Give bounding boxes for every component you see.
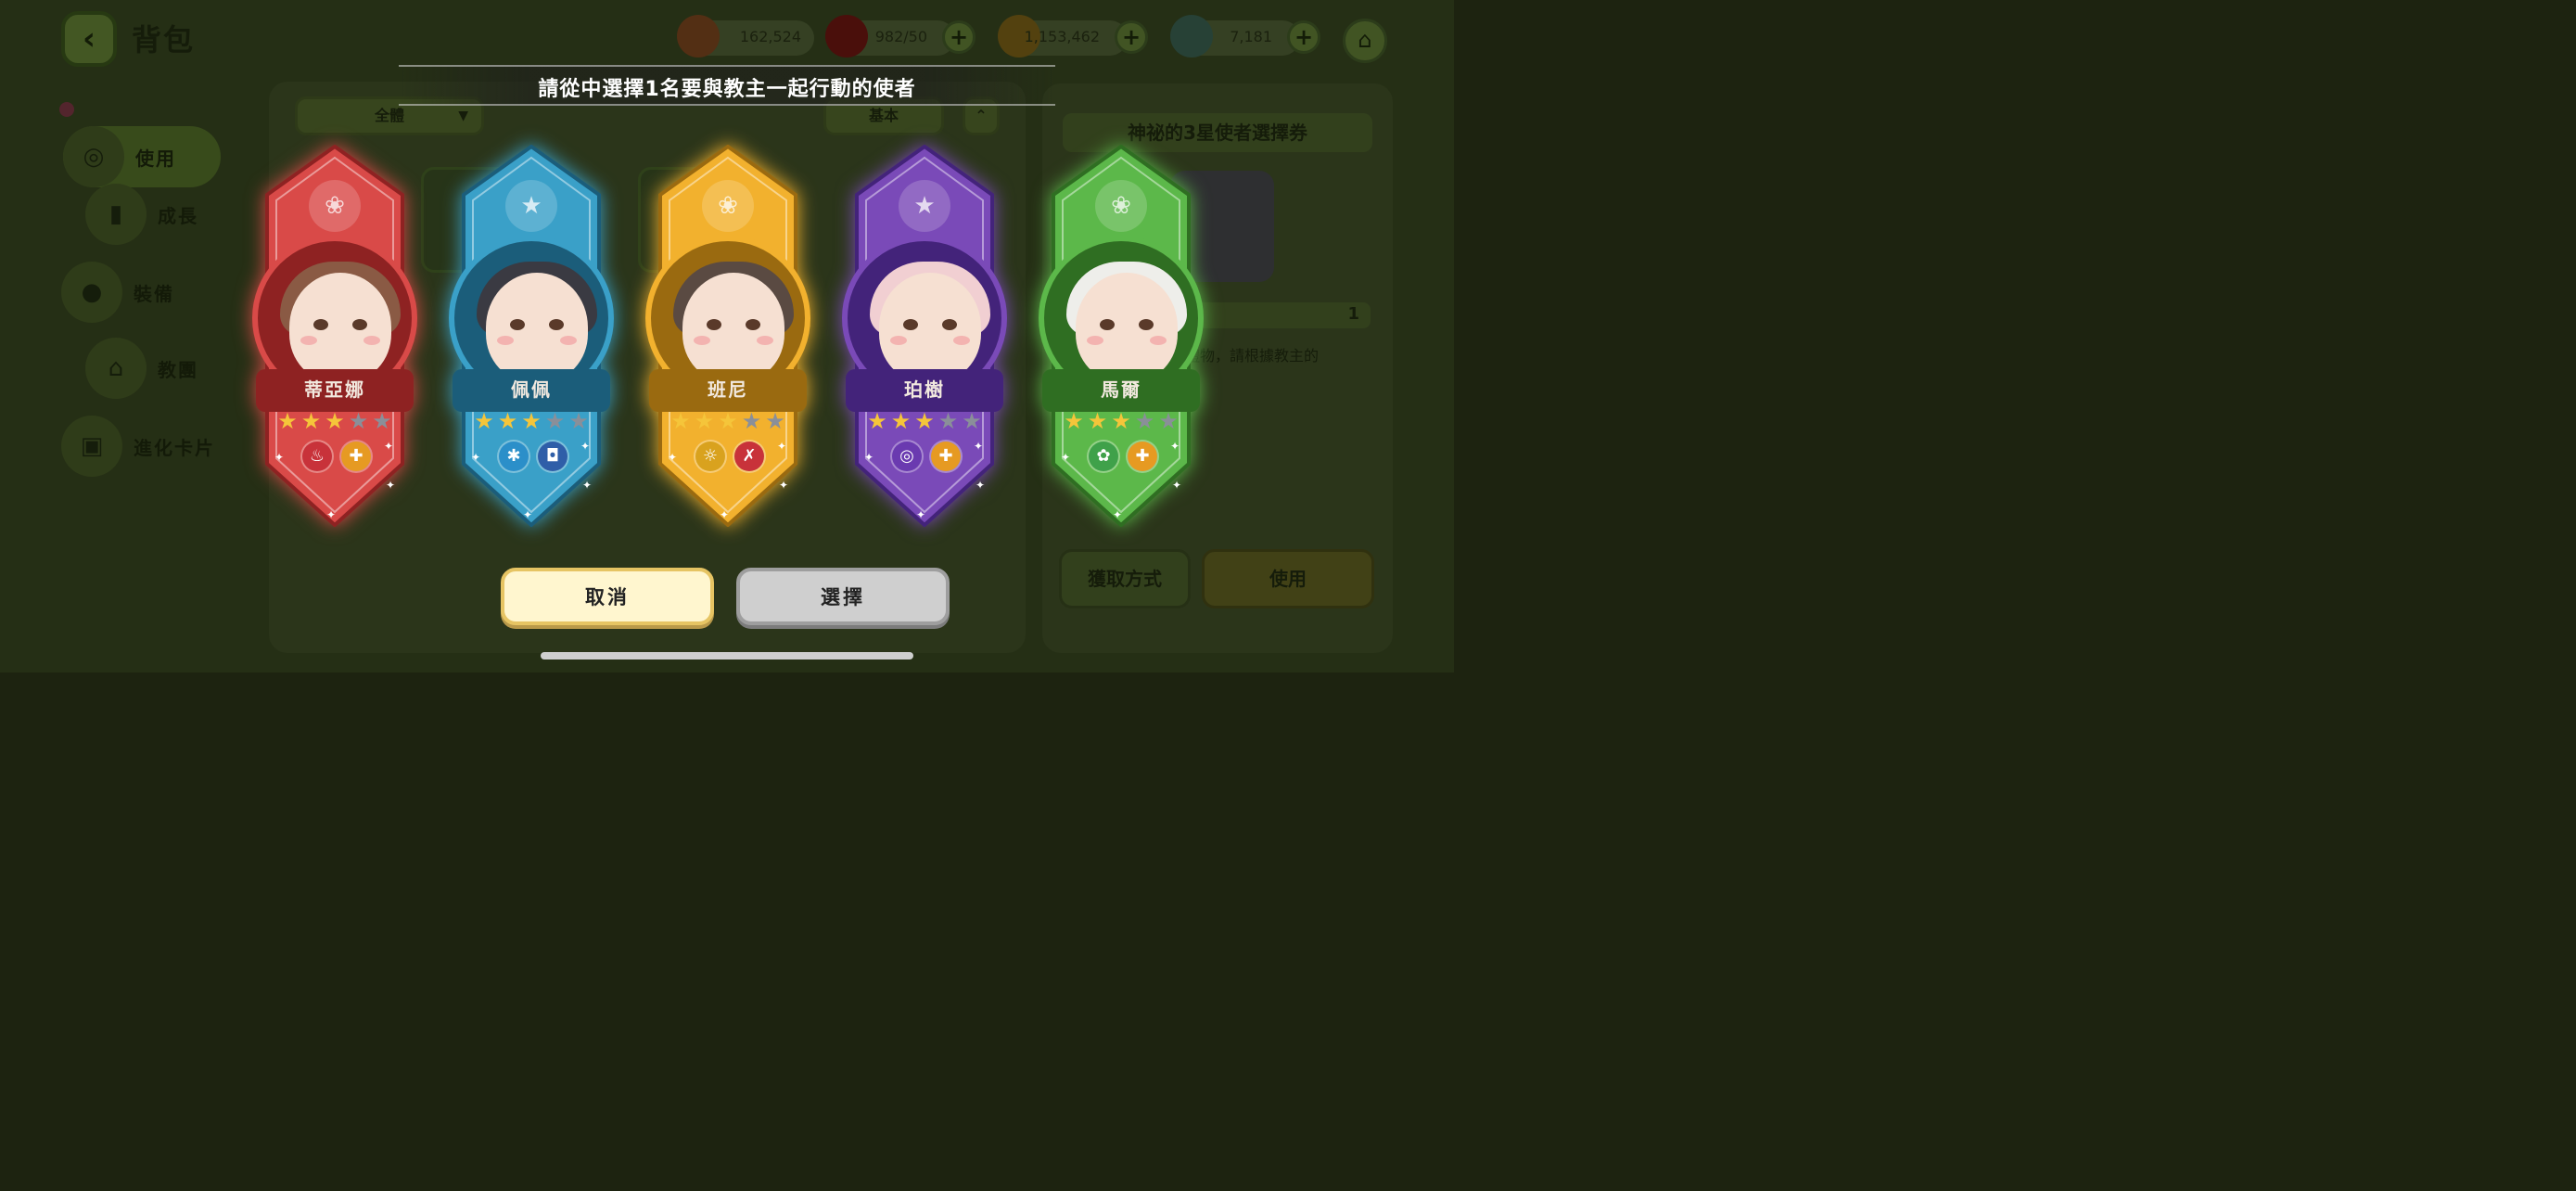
character-card[interactable]: ❀ 班尼 ★ ★ ★ ★ ★ ☼ ✗ ✦ ✦ ✦ ✦ xyxy=(645,145,810,527)
character-card[interactable]: ★ 佩佩 ★ ★ ★ ★ ★ ✱ ◘ ✦ ✦ ✦ ✦ xyxy=(449,145,614,527)
star-empty-icon: ★ xyxy=(544,408,566,434)
character-card[interactable]: ★ 珀樹 ★ ★ ★ ★ ★ ◎ ✚ ✦ ✦ ✦ ✦ xyxy=(842,145,1007,527)
paw-icon: ❀ xyxy=(1095,180,1147,232)
sun-icon: ☼ xyxy=(695,442,725,471)
select-button[interactable]: 選擇 xyxy=(736,568,950,625)
snowflake-icon: ✱ xyxy=(499,442,529,471)
star-filled-icon: ★ xyxy=(867,408,887,434)
modal-title-bar: 請從中選擇1名要與教主一起行動的使者 xyxy=(399,65,1055,106)
star-filled-icon: ★ xyxy=(1087,408,1108,434)
star-empty-icon: ★ xyxy=(1158,408,1179,434)
character-name: 班尼 xyxy=(708,378,748,401)
star-filled-icon: ★ xyxy=(890,408,912,434)
sparkle-icon: ✦ xyxy=(274,451,285,464)
sparkle-icon: ✦ xyxy=(976,479,986,492)
character-name: 佩佩 xyxy=(511,378,552,401)
sparkle-icon: ✦ xyxy=(864,451,874,464)
paw-icon: ❀ xyxy=(702,180,754,232)
sparkle-icon: ✦ xyxy=(1113,508,1123,521)
sparkle-icon: ✦ xyxy=(1172,479,1182,492)
star-empty-icon: ★ xyxy=(962,408,982,434)
star-empty-icon: ★ xyxy=(568,408,589,434)
sparkle-icon: ✦ xyxy=(326,508,337,521)
star-filled-icon: ★ xyxy=(277,408,298,434)
star-rating: ★ ★ ★ ★ ★ xyxy=(473,410,590,432)
star-empty-icon: ★ xyxy=(348,408,369,434)
sparkle-icon: ✦ xyxy=(974,440,984,453)
star-empty-icon: ★ xyxy=(741,408,762,434)
paw-icon: ❀ xyxy=(309,180,361,232)
attribute-icons: ✱ ◘ xyxy=(499,442,567,473)
star-filled-icon: ★ xyxy=(325,408,345,434)
modal-title: 請從中選擇1名要與教主一起行動的使者 xyxy=(538,78,916,101)
sparkle-icon: ✦ xyxy=(384,440,394,453)
star-rating: ★ ★ ★ ★ ★ xyxy=(276,410,393,432)
character-card[interactable]: ❀ 蒂亞娜 ★ ★ ★ ★ ★ ♨ ✚ ✦ ✦ ✦ ✦ xyxy=(252,145,417,527)
attribute-icons: ♨ ✚ xyxy=(302,442,371,473)
character-name: 蒂亞娜 xyxy=(304,378,365,401)
cross-icon: ✚ xyxy=(931,442,961,471)
sparkle-icon: ✦ xyxy=(1170,440,1180,453)
character-name: 馬爾 xyxy=(1101,378,1141,401)
sparkle-icon: ✦ xyxy=(668,451,678,464)
sparkle-icon: ✦ xyxy=(582,479,593,492)
star-filled-icon: ★ xyxy=(1064,408,1084,434)
star-icon: ★ xyxy=(505,180,557,232)
sparkle-icon: ✦ xyxy=(1061,451,1071,464)
swirl-icon: ◎ xyxy=(892,442,922,471)
star-icon: ★ xyxy=(899,180,950,232)
star-filled-icon: ★ xyxy=(474,408,494,434)
attribute-icons: ✿ ✚ xyxy=(1089,442,1157,473)
star-empty-icon: ★ xyxy=(765,408,785,434)
star-filled-icon: ★ xyxy=(670,408,691,434)
star-rating: ★ ★ ★ ★ ★ xyxy=(670,410,786,432)
sparkle-icon: ✦ xyxy=(580,440,591,453)
star-filled-icon: ★ xyxy=(1111,408,1131,434)
attribute-icons: ☼ ✗ xyxy=(695,442,764,473)
star-rating: ★ ★ ★ ★ ★ xyxy=(866,410,983,432)
star-empty-icon: ★ xyxy=(1134,408,1155,434)
star-filled-icon: ★ xyxy=(694,408,715,434)
star-rating: ★ ★ ★ ★ ★ xyxy=(1063,410,1180,432)
shield-icon: ◘ xyxy=(538,442,567,471)
star-filled-icon: ★ xyxy=(300,408,322,434)
sparkle-icon: ✦ xyxy=(779,479,789,492)
sparkle-icon: ✦ xyxy=(777,440,787,453)
cancel-button[interactable]: 取消 xyxy=(501,568,714,625)
star-empty-icon: ★ xyxy=(937,408,959,434)
sparkle-icon: ✦ xyxy=(720,508,730,521)
star-filled-icon: ★ xyxy=(497,408,518,434)
character-card[interactable]: ❀ 馬爾 ★ ★ ★ ★ ★ ✿ ✚ ✦ ✦ ✦ ✦ xyxy=(1039,145,1204,527)
sparkle-icon: ✦ xyxy=(523,508,533,521)
home-indicator xyxy=(541,652,913,660)
sparkle-icon: ✦ xyxy=(916,508,926,521)
star-filled-icon: ★ xyxy=(521,408,542,434)
cross-icon: ✚ xyxy=(341,442,371,471)
tools-icon: ✗ xyxy=(734,442,764,471)
attribute-icons: ◎ ✚ xyxy=(892,442,961,473)
star-empty-icon: ★ xyxy=(372,408,392,434)
star-filled-icon: ★ xyxy=(718,408,738,434)
cross-icon: ✚ xyxy=(1128,442,1157,471)
clover-icon: ✿ xyxy=(1089,442,1118,471)
sparkle-icon: ✦ xyxy=(386,479,396,492)
fire-icon: ♨ xyxy=(302,442,332,471)
star-filled-icon: ★ xyxy=(914,408,935,434)
sparkle-icon: ✦ xyxy=(471,451,481,464)
character-name: 珀樹 xyxy=(904,378,945,401)
